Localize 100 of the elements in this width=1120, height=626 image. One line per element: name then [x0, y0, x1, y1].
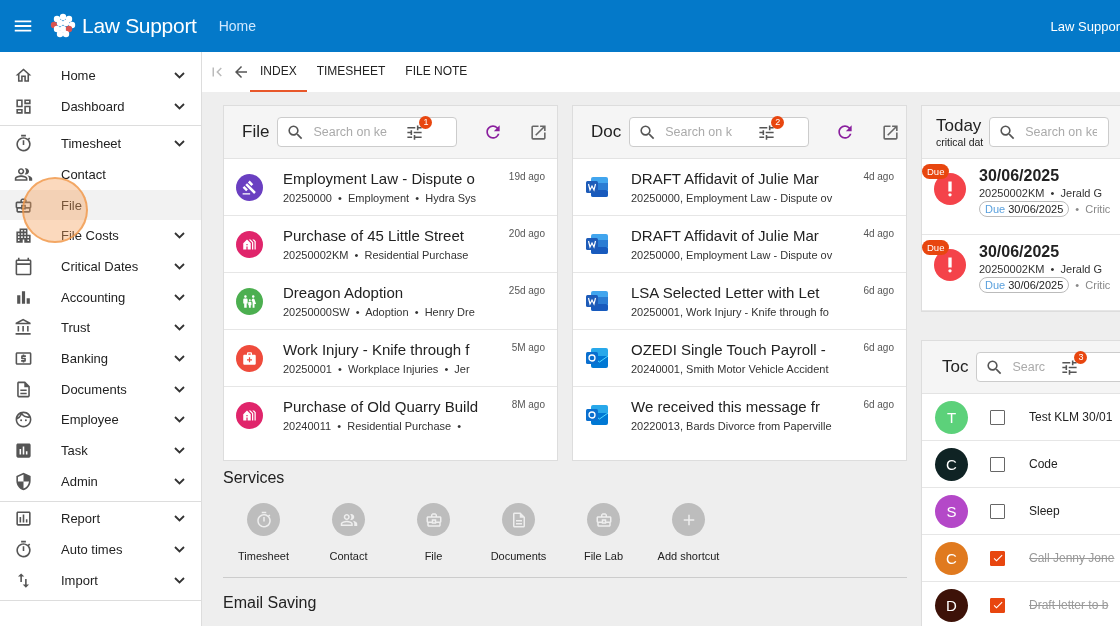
checkbox[interactable]: [990, 456, 1005, 472]
chevron-down-icon: [174, 262, 185, 270]
file-row[interactable]: Purchase of Old Quarry Build 20240011 • Residential Purchase • 8M ago: [224, 387, 557, 443]
document-row[interactable]: We received this message fr 20220013, Bards Divorce from Paperville 6d ago: [573, 387, 906, 443]
file-meta: 20250002KM • Jerald G: [979, 187, 1104, 199]
document-meta: 20250001, Work Injury - Knife through fo: [631, 306, 830, 318]
open-external-icon[interactable]: [529, 122, 549, 142]
shortcut[interactable]: Contact: [308, 503, 389, 562]
building-icon: [14, 226, 33, 246]
open-external-icon[interactable]: [881, 122, 901, 142]
word-document-icon: [585, 290, 609, 312]
sidebar-item[interactable]: File Costs: [0, 220, 201, 252]
checkbox[interactable]: [990, 597, 1005, 613]
sidebar-item[interactable]: Accounting: [0, 281, 201, 313]
todo-row[interactable]: T Test KLM 30/01: [922, 394, 1120, 441]
sidebar-item[interactable]: Import: [0, 565, 201, 596]
sidebar-item[interactable]: File: [0, 189, 201, 221]
alert-icon: [934, 173, 966, 205]
critical-date-row[interactable]: Due 30/06/2025 20250002KM • Jerald G Due 30/06/2025 • Critic: [922, 159, 1120, 235]
chevron-down-icon: [174, 71, 185, 79]
sliders-icon: [405, 122, 425, 142]
time-ago: 20d ago: [508, 228, 545, 239]
file-meta: 20250002KM • Jerald G: [979, 263, 1104, 275]
todo-text: Code: [1029, 457, 1058, 471]
todo-row[interactable]: S Sleep: [922, 488, 1120, 535]
sidebar-item[interactable]: Task: [0, 435, 201, 466]
search-field[interactable]: Searc 3: [976, 352, 1120, 382]
file-meta: 20250000SW • Adoption • Henry Dre: [283, 306, 476, 318]
sidebar-item[interactable]: Trust: [0, 312, 201, 344]
sidebar-item[interactable]: Dashboard: [0, 90, 201, 122]
sidebar-item[interactable]: Timesheet: [0, 128, 201, 160]
card-title: Today: [936, 116, 983, 136]
search-field[interactable]: Search on ke 1: [277, 117, 458, 147]
document-row[interactable]: OZEDI Single Touch Payroll - 20240001, Smith Motor Vehicle Accident 6d ago: [573, 330, 906, 387]
logo-icon: [48, 13, 78, 39]
file-meta: 20250001 • Workplace Injuries • Jer: [283, 363, 471, 375]
critical-date-row[interactable]: Due 30/06/2025 20250002KM • Jerald G Due 30/06/2025 • Critic: [922, 235, 1120, 311]
sidebar-item[interactable]: Home: [0, 60, 201, 91]
tab[interactable]: INDEX: [250, 52, 307, 92]
todo-row[interactable]: D Draft letter to b: [922, 582, 1120, 626]
file-row[interactable]: Dreagon Adoption 20250000SW • Adoption • Henry Dre 25d ago: [224, 273, 557, 330]
sidebar-item[interactable]: Employee: [0, 404, 201, 436]
todo-row[interactable]: C Code: [922, 441, 1120, 488]
sidebar-item[interactable]: Auto times: [0, 534, 201, 565]
word-document-icon: [585, 176, 609, 198]
home-icon: [14, 65, 33, 85]
face-icon: [14, 410, 33, 430]
brand-name: Law Support: [82, 14, 197, 38]
todo-text: Sleep: [1029, 504, 1060, 518]
document-row[interactable]: DRAFT Affidavit of Julie Mar 20250000, Employment Law - Dispute ov 4d ago: [573, 159, 906, 216]
sidebar-item[interactable]: Banking: [0, 343, 201, 374]
shortcut[interactable]: File Lab: [563, 503, 644, 562]
chevron-down-icon: [174, 232, 185, 240]
chevron-down-icon: [174, 140, 185, 148]
tab[interactable]: TIMESHEET: [306, 52, 396, 92]
sidebar-item[interactable]: Admin: [0, 465, 201, 497]
shortcut[interactable]: Timesheet: [223, 503, 304, 562]
date-type: • Critic: [1075, 203, 1111, 215]
sidebar-item[interactable]: Critical Dates: [0, 251, 201, 282]
filter-button[interactable]: 1: [405, 115, 433, 142]
sidebar-item[interactable]: Documents: [0, 373, 201, 405]
shortcut[interactable]: Add shortcut: [648, 503, 729, 562]
sidebar-item[interactable]: Contact: [0, 159, 201, 190]
tab[interactable]: FILE NOTE: [395, 52, 478, 92]
document-row[interactable]: LSA Selected Letter with Let 20250001, Work Injury - Knife through fo 6d ago: [573, 273, 906, 330]
checkbox[interactable]: [990, 550, 1005, 566]
stopwatch-icon: [14, 540, 33, 560]
file-row[interactable]: Work Injury - Knife through f 20250001 • Workplace Injuries • Jer 5M ago: [224, 330, 557, 387]
chevron-down-icon: [174, 355, 185, 363]
file-meta: 20240011 • Residential Purchase •: [283, 420, 463, 432]
document-meta: 20250000, Employment Law - Dispute ov: [631, 192, 834, 204]
document-row[interactable]: DRAFT Affidavit of Julie Mar 20250000, Employment Law - Dispute ov 4d ago: [573, 216, 906, 273]
checkbox[interactable]: [990, 503, 1005, 519]
file-row[interactable]: Employment Law - Dispute o 20250000 • Employment • Hydra Sys 19d ago: [224, 159, 557, 216]
time-ago: 4d ago: [863, 228, 894, 239]
search-field[interactable]: Search on k 2: [629, 117, 810, 147]
file-title: Employment Law - Dispute o: [283, 170, 476, 187]
click-indicator: [22, 177, 88, 243]
word-document-icon: [585, 233, 609, 255]
chevron-down-icon: [174, 324, 185, 332]
user-name[interactable]: Law Suppor: [1050, 18, 1120, 34]
sliders-icon: [757, 122, 777, 142]
time-ago: 6d ago: [863, 399, 894, 410]
shortcut[interactable]: File: [393, 503, 474, 562]
checkbox[interactable]: [990, 409, 1005, 425]
file-meta: 20250002KM • Residential Purchase: [283, 249, 470, 261]
report-icon: [14, 509, 33, 529]
card-title: Toc: [942, 357, 969, 377]
todo-text: Test KLM 30/01: [1029, 410, 1113, 424]
file-row[interactable]: Purchase of 45 Little Street 20250002KM • Residential Purchase 20d ago: [224, 216, 557, 273]
card-subtitle: critical dat: [936, 136, 984, 148]
shortcut[interactable]: Documents: [478, 503, 559, 562]
calendar-icon: [14, 256, 33, 276]
time-ago: 19d ago: [508, 171, 545, 182]
chevron-down-icon: [174, 416, 185, 424]
filter-button[interactable]: 3: [1060, 350, 1088, 377]
filter-button[interactable]: 2: [757, 115, 785, 142]
sidebar-item[interactable]: Report: [0, 503, 201, 535]
bank-icon: [14, 318, 33, 338]
document-meta: 20220013, Bards Divorce from Paperville: [631, 420, 833, 432]
